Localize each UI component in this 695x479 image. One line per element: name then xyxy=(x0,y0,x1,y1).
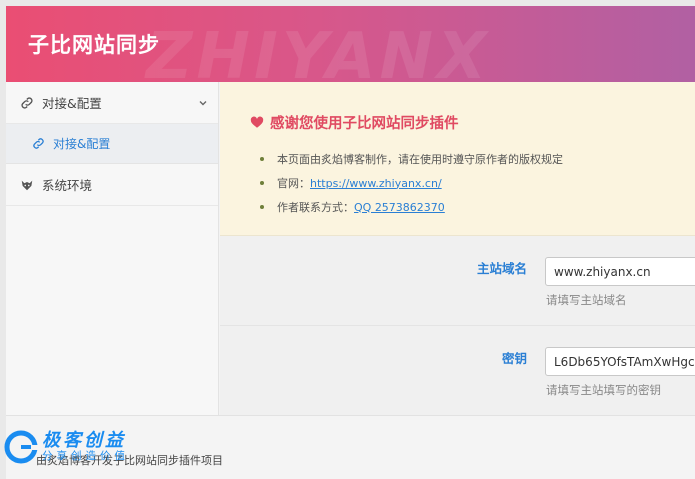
sidebar-item-label: 对接&配置 xyxy=(42,96,102,111)
header-watermark: ZHIYANX xyxy=(146,20,491,82)
main-domain-label: 主站域名 xyxy=(476,261,527,276)
main-content: 感谢您使用子比网站同步插件 本页面由炙焰博客制作，请在使用时遵守原作者的版权规定… xyxy=(220,82,695,416)
form-row-main-domain: 主站域名 请填写主站域名 xyxy=(220,236,695,326)
main-domain-input[interactable] xyxy=(545,257,695,286)
logo-mark-icon xyxy=(4,430,38,464)
list-item: 官网： https://www.zhiyanx.cn/ xyxy=(260,171,695,195)
notice-title: 感谢您使用子比网站同步插件 xyxy=(250,112,695,133)
secret-input[interactable] xyxy=(545,347,695,376)
sidebar: 对接&配置 对接&配置 系统环境 xyxy=(6,82,219,415)
sidebar-item-label: 系统环境 xyxy=(42,178,93,193)
header-banner: ZHIYANX 子比网站同步 xyxy=(6,6,695,82)
notice-list: 本页面由炙焰博客制作，请在使用时遵守原作者的版权规定 官网： https://w… xyxy=(250,147,695,219)
main-domain-help: 请填写主站域名 xyxy=(546,293,627,307)
link-icon xyxy=(32,137,45,150)
wolf-icon xyxy=(20,178,34,192)
secret-label: 密钥 xyxy=(501,351,527,366)
notice-panel: 感谢您使用子比网站同步插件 本页面由炙焰博客制作，请在使用时遵守原作者的版权规定… xyxy=(220,82,695,236)
list-item: 作者联系方式： QQ 2573862370 xyxy=(260,195,695,219)
logo-slogan: 分享创造价值 xyxy=(42,450,129,463)
qq-contact-link[interactable]: QQ 2573862370 xyxy=(354,201,445,214)
chevron-down-icon xyxy=(198,98,208,108)
website-link[interactable]: https://www.zhiyanx.cn/ xyxy=(310,177,442,190)
notice-title-text: 感谢您使用子比网站同步插件 xyxy=(270,116,459,132)
sidebar-item-system-env[interactable]: 系统环境 xyxy=(6,164,218,206)
sidebar-item-label: 对接&配置 xyxy=(53,137,111,151)
logo-name: 极客创益 xyxy=(42,430,126,452)
brand-logo: 极客创益 分享创造价值 xyxy=(4,430,129,464)
settings-window: ZHIYANX 子比网站同步 对接&配置 对接&配置 系统环境 感谢您使用子比网… xyxy=(6,6,695,479)
list-item: 本页面由炙焰博客制作，请在使用时遵守原作者的版权规定 xyxy=(260,147,695,171)
heart-icon xyxy=(250,116,264,129)
page-title: 子比网站同步 xyxy=(28,33,160,57)
form-row-secret: 密钥 请填写主站填写的密钥 xyxy=(220,326,695,416)
sidebar-item-config[interactable]: 对接&配置 xyxy=(6,124,218,164)
sidebar-item-config-group[interactable]: 对接&配置 xyxy=(6,82,218,124)
secret-help: 请填写主站填写的密钥 xyxy=(546,383,661,397)
link-icon xyxy=(20,96,34,110)
